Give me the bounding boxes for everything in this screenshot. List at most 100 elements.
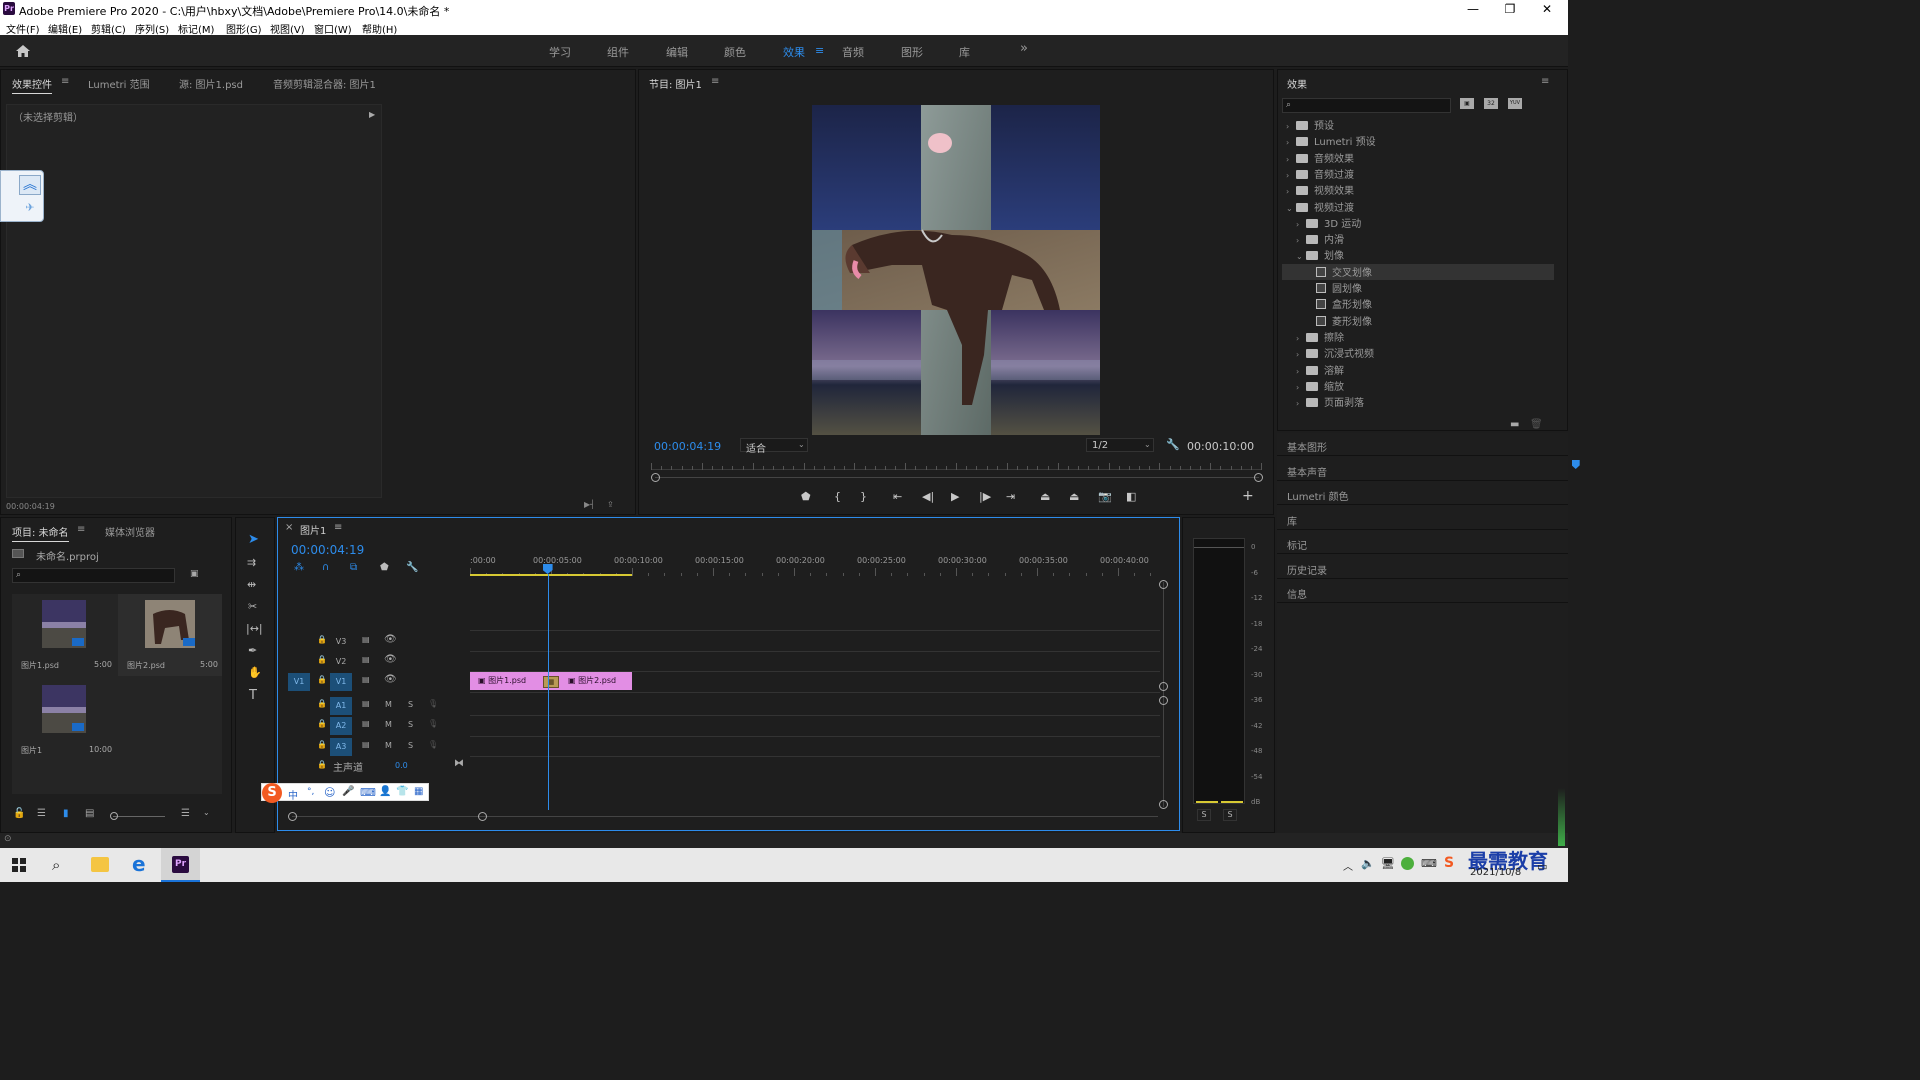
- menu-clip[interactable]: 剪辑(C): [91, 21, 126, 36]
- pin-icon[interactable]: ✈: [19, 198, 41, 218]
- work-area-bar[interactable]: [470, 574, 632, 576]
- scroll-handle[interactable]: [1159, 580, 1168, 589]
- lock-icon[interactable]: 🔒: [317, 699, 327, 708]
- menu-graphics[interactable]: 图形(G): [226, 21, 262, 36]
- scroll-handle[interactable]: [1159, 696, 1168, 705]
- windows-start-icon[interactable]: [12, 858, 26, 872]
- workspace-assembly[interactable]: 组件: [607, 44, 629, 60]
- search-icon[interactable]: ⌕: [52, 856, 60, 874]
- filter-icon[interactable]: ▶┤: [584, 500, 595, 509]
- workspace-learn[interactable]: 学习: [549, 44, 571, 60]
- tab-menu-icon[interactable]: ≡: [61, 76, 69, 87]
- go-to-end-icon[interactable]: ⧓: [454, 758, 464, 769]
- chevron-right-icon[interactable]: ›: [1296, 220, 1306, 229]
- project-item[interactable]: 图片2.psd 5:00: [118, 594, 222, 676]
- tab-effect-controls[interactable]: 效果控件: [12, 76, 52, 94]
- zoom-handle-left[interactable]: [651, 473, 660, 482]
- type-tool-icon[interactable]: T: [249, 688, 257, 703]
- menu-marker[interactable]: 标记(M): [178, 21, 214, 36]
- more-workspaces-icon[interactable]: »: [1020, 41, 1028, 56]
- effects-tree-item[interactable]: › 音频过渡: [1282, 166, 1554, 182]
- menu-help[interactable]: 帮助(H): [362, 21, 397, 36]
- side-panel-header[interactable]: 库: [1277, 506, 1568, 530]
- edge-browser-icon[interactable]: e: [132, 852, 146, 876]
- eye-icon[interactable]: 👁: [384, 674, 397, 685]
- menu-edit[interactable]: 编辑(E): [48, 21, 82, 36]
- tab-source[interactable]: 源: 图片1.psd: [179, 76, 243, 91]
- effects-search-input[interactable]: ⌕: [1282, 98, 1451, 113]
- comparison-view-icon[interactable]: ◧: [1126, 490, 1136, 503]
- solo-button[interactable]: S: [408, 720, 413, 729]
- sort-icon[interactable]: ☰: [181, 808, 190, 819]
- voice-icon[interactable]: 🎤: [342, 786, 354, 797]
- effects-tree-item[interactable]: › 3D 运动: [1282, 215, 1554, 231]
- go-to-in-icon[interactable]: ⇤: [893, 490, 902, 503]
- restore-button[interactable]: ❐: [1492, 0, 1528, 18]
- source-patch-v1[interactable]: V1: [288, 673, 310, 691]
- lock-icon[interactable]: 🔒: [317, 675, 327, 684]
- volume-icon[interactable]: 🔈: [1361, 857, 1375, 870]
- button-editor-plus-icon[interactable]: +: [1242, 488, 1254, 504]
- menu-window[interactable]: 窗口(W): [314, 21, 352, 36]
- project-item[interactable]: 图片1 10:00: [12, 679, 116, 761]
- chevron-right-icon[interactable]: ›: [1296, 367, 1306, 376]
- tab-media-browser[interactable]: 媒体浏览器: [105, 524, 155, 539]
- mute-button[interactable]: M: [385, 720, 392, 729]
- nest-icon[interactable]: ⁂: [294, 562, 304, 573]
- effects-tree-item[interactable]: › Lumetri 预设: [1282, 133, 1554, 149]
- zoom-handle-right[interactable]: [1254, 473, 1263, 482]
- horizontal-zoom-scrollbar[interactable]: [292, 816, 1158, 817]
- side-panel-header[interactable]: Lumetri 颜色: [1277, 482, 1568, 505]
- effects-menu-icon[interactable]: ≡: [1541, 76, 1549, 87]
- tray-ime-icon[interactable]: ⌨: [1421, 857, 1437, 870]
- lock-icon[interactable]: 🔒: [317, 655, 327, 664]
- workspace-color[interactable]: 颜色: [724, 44, 746, 60]
- menu-view[interactable]: 视图(V): [270, 21, 305, 36]
- eye-icon[interactable]: 👁: [384, 654, 397, 665]
- freeform-view-icon[interactable]: ▤: [85, 808, 94, 819]
- effects-tree-item[interactable]: › 擦除: [1282, 329, 1554, 345]
- 32bit-effects-icon[interactable]: 32: [1484, 98, 1498, 109]
- workspace-menu-icon[interactable]: ≡: [815, 44, 824, 57]
- export-icon[interactable]: ⇪: [607, 500, 614, 509]
- double-up-arrow-icon[interactable]: ︽: [19, 175, 41, 195]
- side-panel-header[interactable]: 基本图形: [1277, 433, 1568, 456]
- user-icon[interactable]: 👤: [379, 786, 391, 797]
- timeline-settings-wrench-icon[interactable]: 🔧: [406, 562, 418, 573]
- timeline-timecode[interactable]: 00:00:04:19: [291, 543, 364, 557]
- track-target-a1[interactable]: A1: [330, 697, 352, 715]
- chevron-right-icon[interactable]: ›: [1286, 171, 1296, 180]
- side-panel-header[interactable]: 信息: [1277, 580, 1568, 603]
- transition-cross-wipe[interactable]: ▦: [543, 676, 559, 688]
- project-search-input[interactable]: ⌕: [12, 568, 175, 583]
- accelerated-effects-icon[interactable]: ▣: [1460, 98, 1474, 109]
- effects-tree-item[interactable]: › 溶解: [1282, 362, 1554, 378]
- timeline-sequence-tab[interactable]: 图片1: [300, 522, 326, 537]
- delete-icon[interactable]: 🗑: [1530, 419, 1543, 430]
- side-panel-header[interactable]: 标记: [1277, 531, 1568, 554]
- razor-tool-icon[interactable]: ✂: [248, 600, 257, 613]
- sync-lock-icon[interactable]: ▤: [362, 740, 370, 749]
- lock-icon[interactable]: 🔒: [317, 760, 327, 769]
- effects-tree-item[interactable]: 交叉划像: [1282, 263, 1554, 280]
- chevron-right-icon[interactable]: ›: [1296, 383, 1306, 392]
- program-current-timecode[interactable]: 00:00:04:19: [654, 440, 721, 453]
- track-target-a3[interactable]: A3: [330, 738, 352, 756]
- microphone-icon[interactable]: 🎙: [428, 699, 438, 708]
- microphone-icon[interactable]: 🎙: [428, 719, 438, 728]
- clip-2[interactable]: ▣ 图片2.psd: [560, 672, 632, 690]
- eye-icon[interactable]: 👁: [384, 634, 397, 645]
- punctuation-icon[interactable]: °,: [307, 787, 314, 797]
- sync-lock-icon[interactable]: ▤: [362, 675, 370, 684]
- microphone-icon[interactable]: 🎙: [428, 740, 438, 749]
- menu-file[interactable]: 文件(F): [6, 21, 40, 36]
- workspace-audio[interactable]: 音频: [842, 44, 864, 60]
- step-forward-icon[interactable]: |▶: [979, 490, 991, 503]
- tray-app-icon[interactable]: [1401, 857, 1414, 870]
- effects-tree-item[interactable]: › 页面剥落: [1282, 394, 1554, 410]
- mark-in-icon[interactable]: {: [834, 490, 841, 503]
- chevron-right-icon[interactable]: ›: [1286, 138, 1296, 147]
- program-monitor-menu-icon[interactable]: ≡: [711, 76, 719, 87]
- vertical-zoom-scrollbar[interactable]: [1163, 582, 1164, 807]
- fit-dropdown[interactable]: 适合 ⌄: [740, 438, 808, 455]
